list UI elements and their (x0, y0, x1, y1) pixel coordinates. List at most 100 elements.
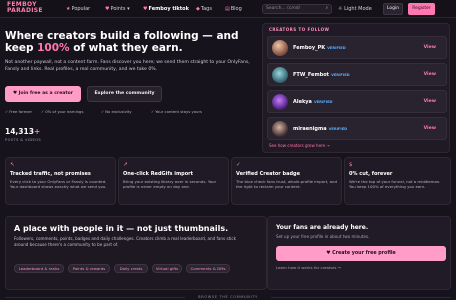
register-button[interactable]: Register (408, 3, 435, 15)
search-icon: ⌕ (325, 6, 328, 11)
see-creators-link[interactable]: See how creators grow here → (269, 143, 330, 148)
nav-link-blog[interactable]: ▤Blog (225, 6, 242, 12)
feature-card: ↖ Tracked traffic, not promises Every cl… (5, 157, 116, 205)
nav-link-tags[interactable]: ◆Tags (196, 6, 212, 12)
creator-row[interactable]: Femboy_PK VERIFIED View (267, 36, 447, 59)
creator-row[interactable]: FTW_Fembot VERIFIED View (267, 63, 447, 86)
light-mode-label: Light Mode (344, 6, 372, 12)
browse-heading: BROWSE THE COMMUNITY (198, 295, 258, 299)
light-mode-toggle[interactable]: ☼ Light Mode (338, 6, 372, 12)
check-icon: ✓ (101, 109, 105, 114)
feature-title: 0% cut, forever (349, 171, 393, 177)
benefit-label: Your content stays yours (155, 109, 202, 114)
verified-badge: VERIFIED (327, 46, 346, 50)
benefit-label: 0% of your earnings (45, 109, 84, 114)
nav-link-label: Blog (230, 6, 242, 12)
hero-title-highlight: 100% (37, 42, 70, 54)
benefit-pill: ✓0% of your earnings (41, 109, 83, 115)
community-tag[interactable]: Leaderboard & ranks (14, 264, 64, 273)
cta-subtitle: Set up your free profile in about two mi… (276, 234, 370, 239)
create-profile-button[interactable]: ♥ Create your free profile (276, 246, 446, 261)
feature-desc: Every click to your OnlyFans or Fansly i… (10, 179, 107, 190)
benefit-pill: ✓Your content stays yours (151, 109, 202, 115)
logo-line-2: PARADISE (7, 7, 43, 14)
creator-row[interactable]: Alekya VERIFIED View (267, 90, 447, 113)
creator-name-text: Femboy_PK (293, 45, 326, 51)
benefit-label: Free forever (9, 109, 33, 114)
feature-title: Tracked traffic, not promises (10, 171, 91, 177)
benefit-label: No exclusivity (105, 109, 132, 114)
community-tag[interactable]: Points & rewards (68, 264, 110, 273)
check-icon: ✓ (5, 109, 9, 114)
search-input[interactable]: Search... (cmd/ ⌕ (262, 4, 332, 14)
tag-icon: ◆ (196, 6, 200, 12)
community-tag[interactable]: Daily crests (114, 264, 148, 273)
view-creator-button[interactable]: View (424, 45, 436, 51)
benefit-pill: ✓Free forever (5, 109, 32, 115)
hero-title: Where creators build a following — and k… (5, 30, 267, 54)
feature-card: ↗ One-click RedGifs import Bring your ex… (118, 157, 229, 205)
avatar (272, 40, 288, 56)
sun-icon: ☼ (338, 6, 343, 12)
feature-title: One-click RedGifs import (123, 171, 194, 177)
community-section: A place with people in it — not just thu… (5, 216, 267, 290)
creator-row[interactable]: miraenigma VERIFIED View (267, 117, 447, 140)
dollar-icon: $ (349, 162, 353, 168)
site-logo[interactable]: FEMBOY PARADISE (7, 2, 43, 14)
benefit-pill: ✓No exclusivity (101, 109, 132, 115)
heart-icon: ♥ (143, 6, 148, 12)
community-desc: Followers, comments, points, badges and … (14, 236, 236, 247)
feature-desc: The blue check fans trust, whole-profile… (236, 179, 337, 190)
avatar (272, 121, 288, 137)
creator-name: Alekya VERIFIED (293, 99, 333, 105)
nav-link-label: Femboy tiktok (148, 6, 189, 12)
verified-badge: VERIFIED (328, 127, 348, 131)
creators-to-follow-panel: CREATORS TO FOLLOW Femboy_PK VERIFIED Vie… (262, 23, 450, 153)
cta-title: Your fans are already here. (276, 224, 369, 231)
posts-count: 14,313+ (5, 127, 40, 136)
creator-name-text: FTW_Fembot (293, 72, 330, 78)
import-icon: ↗ (123, 162, 128, 168)
nav-link-popular[interactable]: ★Popular (66, 6, 90, 12)
view-creator-button[interactable]: View (424, 99, 436, 105)
view-creator-button[interactable]: View (424, 126, 436, 132)
feature-desc: We're the top of your funnel, not a midd… (349, 179, 441, 190)
benefit-pills: ✓Free forever ✓0% of your earnings ✓No e… (5, 109, 265, 115)
community-tag[interactable]: Virtual gifts (152, 264, 182, 273)
nav-link-label: Tags (200, 6, 212, 12)
avatar (272, 94, 288, 110)
nav-link-femboy-tiktok[interactable]: ♥Femboy tiktok (143, 6, 189, 12)
feature-desc: Bring your existing library over in seco… (123, 179, 217, 190)
avatar (272, 67, 288, 83)
login-button[interactable]: Login (383, 3, 403, 15)
creator-name: miraenigma VERIFIED (293, 126, 347, 132)
hero-subtitle: Not another paywall, not a content farm.… (5, 60, 250, 72)
verified-icon: ✓ (236, 162, 241, 168)
explore-community-button[interactable]: Explore the community (87, 86, 162, 102)
check-icon: ✓ (41, 109, 45, 114)
creator-name: Femboy_PK VERIFIED (293, 45, 346, 51)
hero-title-part-2: of what they earn. (69, 42, 183, 54)
posts-count-value: 14,313 (5, 127, 34, 136)
heart-icon: ♥ (105, 6, 110, 12)
creators-panel-title: CREATORS TO FOLLOW (269, 27, 330, 32)
nav-link-label: Popular (71, 6, 91, 12)
star-icon: ★ (66, 6, 71, 12)
nav-link-points[interactable]: ♥Points ▾ (105, 6, 130, 12)
creator-name-text: miraenigma (293, 126, 327, 132)
posts-count-label: POSTS & VIDEOS (5, 138, 42, 142)
community-tag[interactable]: Comments & DMs (186, 264, 230, 273)
feature-title: Verified Creator badge (236, 171, 301, 177)
feature-card: $ 0% cut, forever We're the top of your … (344, 157, 451, 205)
view-creator-button[interactable]: View (424, 72, 436, 78)
check-icon: ✓ (151, 109, 155, 114)
join-creator-button[interactable]: ♥ Join free as a creator (5, 86, 81, 102)
creator-cta-section: Your fans are already here. Set up your … (267, 216, 451, 290)
community-title: A place with people in it — not just thu… (14, 224, 229, 233)
cursor-icon: ↖ (10, 162, 15, 168)
learn-more-link[interactable]: Learn how it works for creators → (276, 265, 341, 270)
creator-name-text: Alekya (293, 99, 312, 105)
verified-badge: VERIFIED (313, 100, 333, 104)
feature-card: ✓ Verified Creator badge The blue check … (231, 157, 342, 205)
verified-badge: VERIFIED (331, 73, 350, 77)
